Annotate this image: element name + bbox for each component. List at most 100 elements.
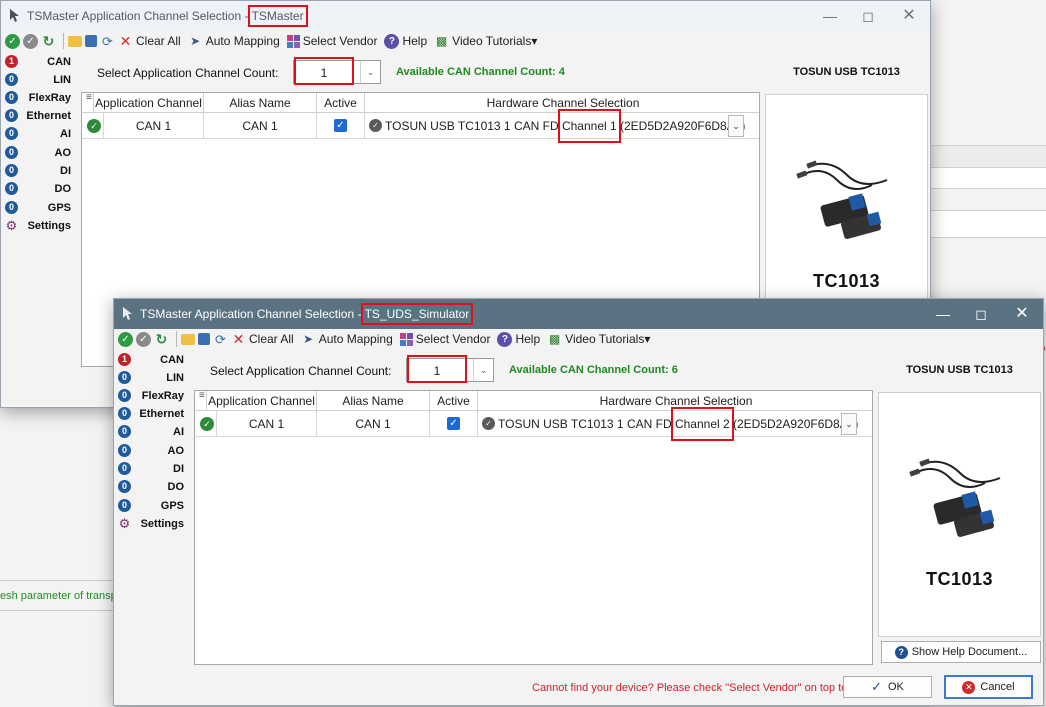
open-folder-icon[interactable] [68,35,82,47]
clear-icon: ✕ [232,330,245,347]
cancel-button[interactable]: ✕ Cancel [944,675,1033,699]
table-row[interactable]: ✓ CAN 1 CAN 1 ✓ ✓ TOSUN USB TC1013 1 CAN… [195,407,874,441]
sidebar-item-can[interactable]: 1 CAN [118,351,188,368]
refresh-icon[interactable]: ↻ [41,33,56,49]
title-bar[interactable]: TSMaster Application Channel Selection -… [1,1,930,31]
select-vendor-button[interactable]: Select Vendor [286,34,377,48]
divider [0,580,115,581]
usb-device-image [909,458,1001,537]
sync-icon[interactable]: ⟳ [213,332,228,347]
check-all-icon[interactable]: ✓ [118,331,133,347]
alias-name-cell[interactable]: CAN 1 [317,411,430,437]
uncheck-all-icon[interactable]: ✓ [136,331,151,347]
refresh-icon[interactable]: ↻ [154,331,169,347]
column-header-alias-name[interactable]: Alias Name [204,93,317,113]
uncheck-all-icon[interactable]: ✓ [23,33,38,49]
close-button[interactable]: ✕ [900,7,918,25]
sidebar-label: Ethernet [139,407,184,420]
minimize-button[interactable]: — [934,305,952,323]
sidebar-item-di[interactable]: 0 DI [5,162,75,179]
sidebar-item-gps[interactable]: 0 GPS [5,199,75,216]
alias-name-cell[interactable]: CAN 1 [204,113,317,139]
column-header-application-channel[interactable]: Application Channel [94,93,204,113]
sidebar-item-gps[interactable]: 0 GPS [118,497,188,514]
sidebar-item-ao[interactable]: 0 AO [5,144,75,161]
sidebar-item-ai[interactable]: 0 AI [5,125,75,142]
show-help-document-button[interactable]: ? Show Help Document... [881,641,1041,663]
active-checkbox[interactable]: ✓ [334,119,347,132]
ok-button[interactable]: ✓ OK [843,676,932,698]
divider [0,610,115,611]
background-toolbar: 🔧▾ [930,167,1046,353]
hardware-status-icon: ✓ [482,417,495,430]
hardware-channel-cell[interactable]: ✓ TOSUN USB TC1013 1 CAN FD Channel 2 (2… [478,407,874,441]
sidebar-item-do[interactable]: 0 DO [5,180,75,197]
cursor-icon [10,9,19,22]
table-row[interactable]: ✓ CAN 1 CAN 1 ✓ ✓ TOSUN USB TC1013 1 CAN… [82,109,761,143]
sidebar-item-lin[interactable]: 0 LIN [118,369,188,386]
chevron-down-icon[interactable]: ⌄ [473,359,493,381]
gear-icon: ⚙ [118,516,131,531]
row-menu-header[interactable]: ≡ [195,391,207,411]
column-header-hardware-channel[interactable]: Hardware Channel Selection [478,391,874,411]
clear-icon: ✕ [119,32,132,49]
column-header-active[interactable]: Active [430,391,478,411]
chevron-down-icon[interactable]: ⌄ [728,115,744,137]
count-badge: 0 [118,499,131,512]
title-bar[interactable]: TSMaster Application Channel Selection -… [114,299,1043,329]
sidebar-label: Settings [27,219,71,232]
sidebar-item-ao[interactable]: 0 AO [118,442,188,459]
sidebar-item-flexray[interactable]: 0 FlexRay [5,89,75,106]
sidebar-label: CAN [160,353,184,366]
save-icon[interactable] [198,333,210,345]
column-header-hardware-channel[interactable]: Hardware Channel Selection [365,93,761,113]
column-header-application-channel[interactable]: Application Channel [207,391,317,411]
video-tutorials-button[interactable]: ▩ Video Tutorials▾ [547,332,650,347]
footer-hint-message: Cannot find your device? Please check "S… [532,682,872,694]
sidebar-item-settings[interactable]: ⚙ Settings [118,515,188,532]
hardware-channel-cell[interactable]: ✓ TOSUN USB TC1013 1 CAN FD Channel 1 (2… [365,109,761,143]
help-button[interactable]: ? Help [497,331,540,347]
check-all-icon[interactable]: ✓ [5,33,20,49]
sync-icon[interactable]: ⟳ [100,34,115,49]
app-name-highlight: TSMaster [247,5,308,27]
pointer-icon: ➤ [303,331,314,346]
chevron-down-icon[interactable]: ⌄ [360,61,380,83]
close-button[interactable]: ✕ [1013,305,1031,323]
active-checkbox[interactable]: ✓ [447,417,460,430]
sidebar-item-do[interactable]: 0 DO [118,478,188,495]
chevron-down-icon[interactable]: ⌄ [841,413,857,435]
sidebar-item-ai[interactable]: 0 AI [118,423,188,440]
row-menu-header[interactable]: ≡ [82,93,94,113]
channel-type-sidebar: 1 CAN 0 LIN 0 FlexRay 0 Ethernet 0 AI 0 AO 0 DI… [114,350,190,705]
open-folder-icon[interactable] [181,333,195,345]
count-badge: 0 [5,73,18,86]
auto-mapping-button[interactable]: ➤ Auto Mapping [301,332,393,347]
help-button[interactable]: ? Help [384,33,427,49]
maximize-button[interactable]: ◻ [859,7,877,25]
count-badge: 0 [118,389,131,402]
clear-all-button[interactable]: ✕ Clear All [118,32,181,49]
count-badge: 0 [5,182,18,195]
column-header-active[interactable]: Active [317,93,365,113]
sidebar-item-di[interactable]: 0 DI [118,460,188,477]
background-strip [930,210,1046,238]
gear-icon: ⚙ [5,218,18,233]
clear-all-button[interactable]: ✕ Clear All [231,330,294,347]
application-channel-cell: CAN 1 [217,411,317,437]
select-vendor-button[interactable]: Select Vendor [399,332,490,346]
maximize-button[interactable]: ◻ [972,305,990,323]
save-icon[interactable] [85,35,97,47]
sidebar-item-settings[interactable]: ⚙ Settings [5,217,75,234]
device-title: TOSUN USB TC1013 [793,66,900,78]
video-tutorials-button[interactable]: ▩ Video Tutorials▾ [434,34,537,49]
auto-mapping-button[interactable]: ➤ Auto Mapping [188,34,280,49]
sidebar-item-can[interactable]: 1 CAN [5,53,75,70]
sidebar-item-ethernet[interactable]: 0 Ethernet [5,107,75,124]
minimize-button[interactable]: — [821,7,839,25]
sidebar-item-ethernet[interactable]: 0 Ethernet [118,405,188,422]
column-header-alias-name[interactable]: Alias Name [317,391,430,411]
sidebar-item-flexray[interactable]: 0 FlexRay [118,387,188,404]
sidebar-label: AI [173,425,184,438]
sidebar-item-lin[interactable]: 0 LIN [5,71,75,88]
